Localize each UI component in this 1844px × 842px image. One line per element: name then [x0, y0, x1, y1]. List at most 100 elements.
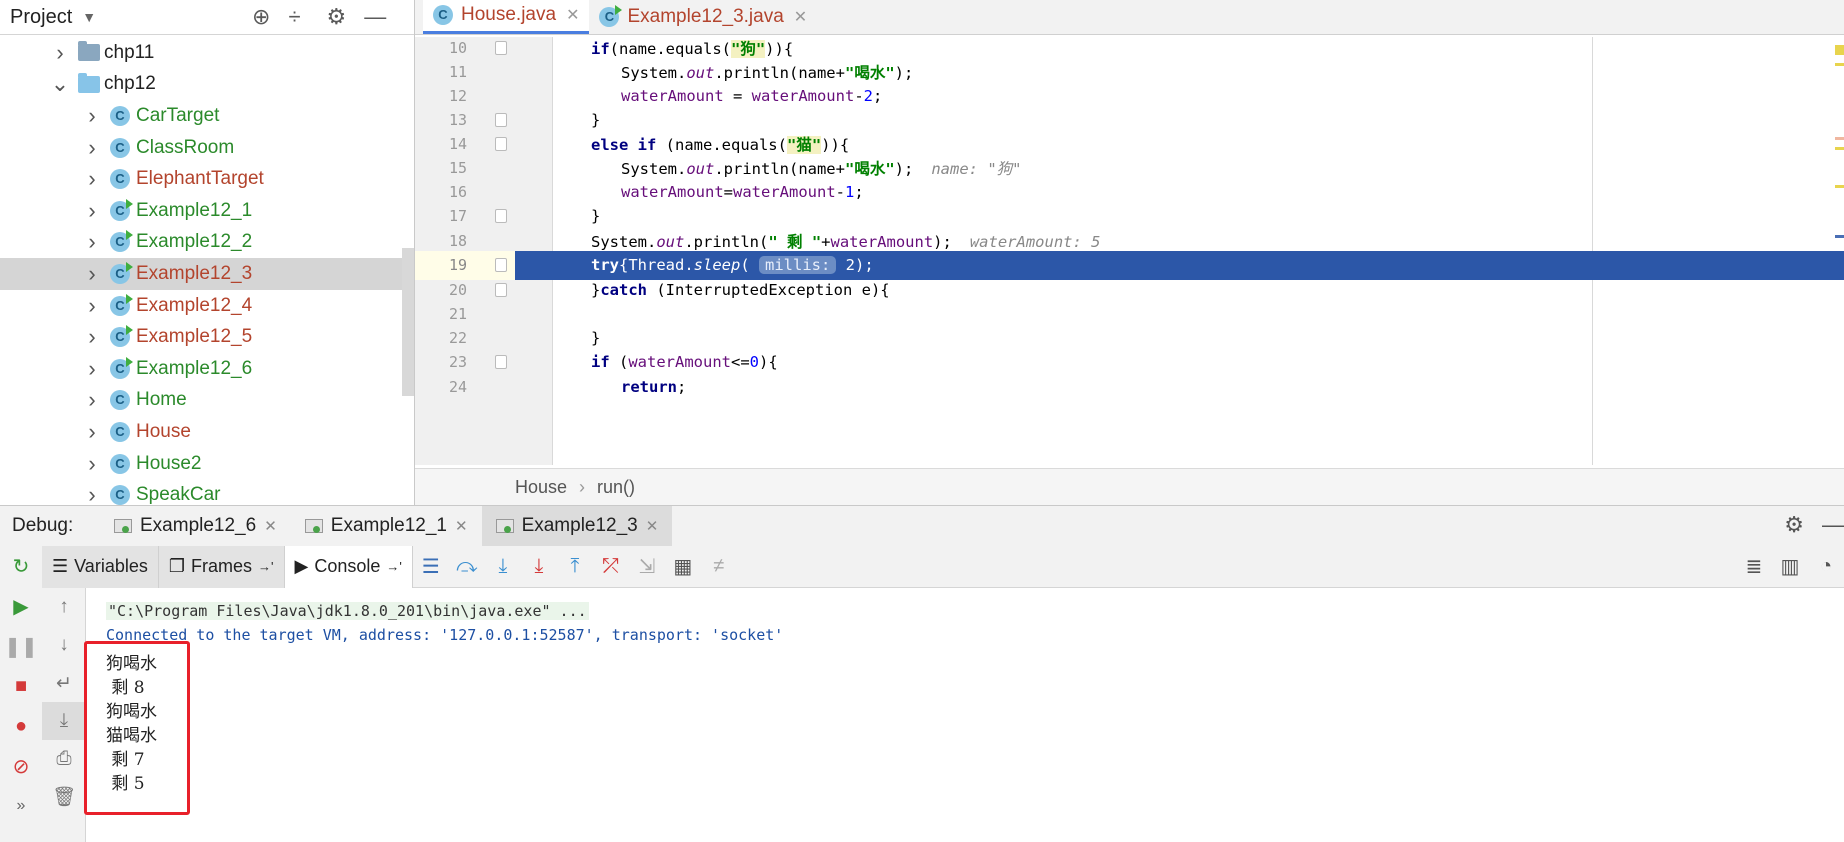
chevron-right-icon[interactable]: › [82, 198, 102, 224]
more-icon[interactable]: » [0, 786, 42, 826]
fold-marker[interactable] [495, 137, 507, 152]
memory-icon[interactable]: ◔ [1808, 555, 1844, 578]
tab-console[interactable]: ▶ Console →' [284, 545, 413, 588]
gear-icon[interactable]: ⚙ [327, 4, 347, 30]
mute-breakpoints-icon[interactable]: ⊘ [0, 746, 42, 786]
tree-item[interactable]: › C Example12_3 [0, 258, 414, 290]
tree-scrollbar[interactable] [402, 248, 414, 396]
soft-wrap-icon[interactable]: ↵ [42, 664, 86, 702]
project-view-selector[interactable]: Project ▼ [10, 6, 96, 29]
tab-variables[interactable]: ☰ Variables [42, 545, 159, 588]
chevron-right-icon[interactable]: › [82, 166, 102, 192]
chevron-down-icon[interactable]: ⌄ [50, 71, 70, 97]
print-icon[interactable]: ⎙ [42, 740, 86, 778]
class-icon: C [110, 105, 130, 126]
tab-example12-3-java[interactable]: C Example12_3.java ✕ [589, 0, 817, 34]
chevron-right-icon[interactable]: › [82, 482, 102, 505]
code-line-24[interactable]: 24 return; [415, 373, 1844, 402]
minimize-icon[interactable]: — [364, 4, 386, 30]
view-breakpoints-icon[interactable]: ● [0, 706, 42, 746]
chevron-right-icon[interactable]: › [82, 229, 102, 255]
tree-item[interactable]: › C ClassRoom [0, 132, 414, 164]
run-to-cursor-icon[interactable]: ⇲ [629, 554, 665, 579]
tree-item[interactable]: › chp11 [0, 37, 414, 69]
fold-marker[interactable] [495, 258, 507, 273]
trace-icon[interactable]: ≠ [701, 555, 737, 578]
pause-icon[interactable]: ❚❚ [0, 626, 42, 666]
line-number: 13 [448, 111, 467, 130]
resume-icon[interactable]: ▶ [0, 586, 42, 626]
restore-layout-icon[interactable]: ▥ [1772, 554, 1808, 579]
chevron-right-icon[interactable]: › [82, 261, 102, 287]
error-stripe[interactable] [1835, 37, 1844, 465]
tree-item[interactable]: ⌄ chp12 [0, 69, 414, 101]
rerun-icon[interactable]: ↻ [0, 546, 42, 586]
chevron-right-icon[interactable]: › [82, 293, 102, 319]
collapse-all-icon[interactable]: ÷ [288, 4, 300, 30]
tree-item[interactable]: › C Home [0, 385, 414, 417]
chevron-right-icon[interactable]: › [82, 387, 102, 413]
fold-marker[interactable] [495, 355, 507, 370]
tree-item[interactable]: › C House2 [0, 448, 414, 480]
breadcrumb-method[interactable]: run() [597, 477, 635, 498]
stop-icon[interactable]: ■ [0, 666, 42, 706]
tree-item[interactable]: › C Example12_6 [0, 353, 414, 385]
tree-item[interactable]: › C ElephantTarget [0, 163, 414, 195]
tree-item-label: chp12 [104, 73, 156, 95]
tab-house-java[interactable]: C House.java ✕ [423, 0, 590, 34]
locate-icon[interactable]: ⊕ [252, 4, 270, 30]
tree-item[interactable]: › C CarTarget [0, 100, 414, 132]
down-icon[interactable]: ↓ [42, 626, 86, 664]
layout-icon[interactable]: ≣ [1736, 554, 1772, 579]
fold-marker[interactable] [495, 113, 507, 128]
breadcrumb-class[interactable]: House [515, 477, 567, 498]
chevron-right-icon[interactable]: › [82, 103, 102, 129]
debug-session-tab[interactable]: Example12_6 ✕ [100, 506, 291, 546]
tree-item[interactable]: › C SpeakCar [0, 479, 414, 505]
close-icon[interactable]: ✕ [794, 7, 807, 27]
evaluate-expression-icon[interactable]: ▦ [665, 554, 701, 579]
step-into-icon[interactable]: ⤓ [485, 555, 521, 578]
tree-item[interactable]: › C Example12_2 [0, 227, 414, 259]
chevron-right-icon[interactable]: › [82, 356, 102, 382]
line-number: 20 [448, 281, 467, 300]
line-number: 10 [448, 39, 467, 58]
step-over-icon[interactable]: ⤼ [449, 555, 485, 578]
close-icon[interactable]: ✕ [264, 517, 277, 535]
chevron-right-icon[interactable]: › [82, 419, 102, 445]
fold-marker[interactable] [495, 283, 507, 298]
close-icon[interactable]: ✕ [646, 517, 659, 535]
tree-item[interactable]: › C Example12_1 [0, 195, 414, 227]
chevron-right-icon[interactable]: › [82, 324, 102, 350]
runnable-class-icon: C [599, 4, 623, 27]
line-number: 22 [448, 329, 467, 348]
drop-frame-icon[interactable]: ⤱ [593, 555, 629, 578]
debug-session-tab[interactable]: Example12_1 ✕ [291, 506, 482, 546]
trash-icon[interactable]: 🗑 [42, 778, 86, 816]
close-icon[interactable]: ✕ [566, 5, 579, 25]
class-icon: C [110, 453, 130, 474]
tree-item[interactable]: › C Example12_5 [0, 321, 414, 353]
debug-tool-window: Debug: Example12_6 ✕ Example12_1 ✕ Examp… [0, 505, 1844, 842]
tree-item[interactable]: › C Example12_4 [0, 290, 414, 322]
force-step-into-icon[interactable]: ⤓ [521, 555, 557, 578]
fold-marker[interactable] [495, 209, 507, 224]
up-icon[interactable]: ↑ [42, 588, 86, 626]
minimize-icon[interactable]: — [1822, 512, 1844, 538]
tab-frames[interactable]: ❐ Frames →' [158, 545, 285, 588]
line-number: 16 [448, 183, 467, 202]
fold-marker[interactable] [495, 41, 507, 56]
close-icon[interactable]: ✕ [455, 517, 468, 535]
gear-icon[interactable]: ⚙ [1784, 512, 1804, 538]
tree-item-label: Example12_5 [136, 326, 253, 348]
chevron-right-icon[interactable]: › [50, 40, 70, 66]
show-execution-point-icon[interactable]: ☰ [413, 554, 449, 579]
chevron-right-icon[interactable]: › [82, 135, 102, 161]
step-out-icon[interactable]: ⤒ [557, 555, 593, 578]
chevron-right-icon[interactable]: › [82, 451, 102, 477]
tree-item[interactable]: › C House [0, 416, 414, 448]
folder-icon [78, 41, 100, 62]
console-output[interactable]: "C:\Program Files\Java\jdk1.8.0_201\bin\… [86, 588, 1844, 842]
scroll-to-end-icon[interactable]: ⤓ [42, 702, 86, 740]
debug-session-tab-active[interactable]: Example12_3 ✕ [481, 506, 673, 546]
